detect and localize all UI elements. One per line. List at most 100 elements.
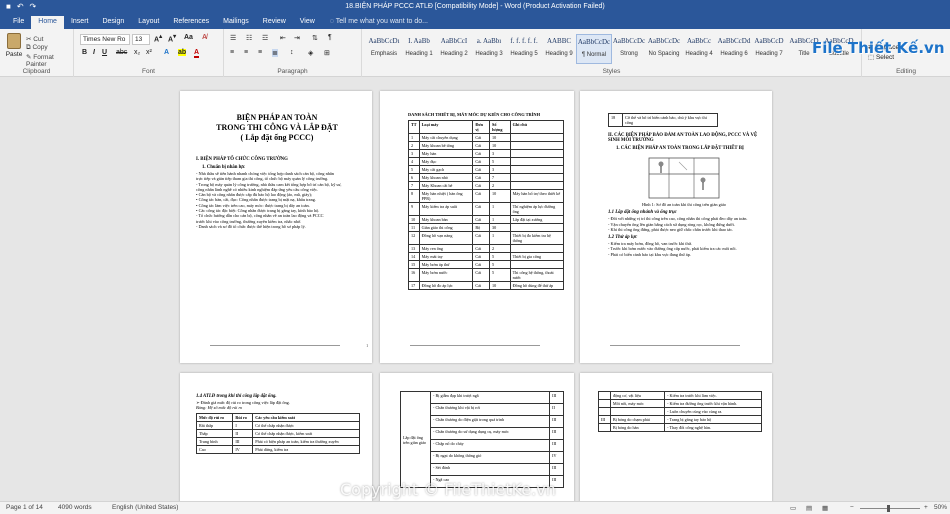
style-name: Heading 5 [510,51,538,57]
underline-button[interactable]: U [102,49,107,56]
table-cell: Cái [472,149,491,158]
table-cell: - Kiểm tra đường ống trước khi vận hành. [664,399,762,408]
zoom-in-icon[interactable]: + [924,504,928,511]
table-cell: 7 [489,173,511,182]
superscript-button[interactable]: x² [146,49,152,56]
style-strong[interactable]: AaBbCcDc Strong [611,34,647,64]
style-normal[interactable]: AaBbCcDc ¶ Normal [576,34,612,64]
tab-file[interactable]: File [6,16,31,29]
table-cell: - Chấn thương do sử dụng dụng cụ, máy mó… [429,427,551,440]
style-heading-7[interactable]: AaBbCcD Heading 7 [751,34,787,64]
table-cell: - Sét đánh [429,463,551,476]
table-cell: Cái [472,141,491,150]
table-header-cell: Mức độ rủi ro [195,412,234,422]
align-center-icon[interactable]: ≡ [244,49,248,56]
style-name: Heading 6 [720,51,748,57]
table-cell: 3 [408,149,420,158]
zoom-level[interactable]: 50% [934,504,947,511]
table-cell: Bộ [472,223,491,232]
shading-icon[interactable]: ◈ [308,49,313,57]
table-cell: I [232,420,254,430]
zoom-slider-thumb[interactable] [887,505,890,512]
cut-button[interactable]: ✂ Cut [26,35,43,43]
read-mode-icon[interactable]: ▭ [790,504,796,512]
font-name-select[interactable]: Times New Ro [80,34,130,45]
style-heading-9[interactable]: AABBC Heading 9 [541,34,577,64]
style-preview: AaBbCcDı [368,37,400,45]
document-page-6[interactable]: động cơ, vật liệu - Kiểm tra trước khi là… [580,373,772,501]
style-preview: AaBbCcDc [647,37,681,45]
print-layout-icon[interactable]: ▤ [806,504,812,512]
table-cell: 18 [608,113,623,127]
increase-indent-icon[interactable]: ⇥ [294,34,300,42]
sort-icon[interactable]: ⇅ [312,34,318,42]
pilcrow-icon[interactable]: ¶ [328,34,332,41]
tab-mailings[interactable]: Mailings [216,16,256,29]
table-cell: Thi công hệ thống, thoát nước [509,268,565,282]
paste-button[interactable]: Paste [4,33,24,61]
style-heading-6[interactable]: AaBbCcDd Heading 6 [716,34,752,64]
document-page-3[interactable]: 18 Cờ thể và bố trí biển cảnh báo, chú ý… [580,91,772,363]
bold-button[interactable]: B [82,49,87,56]
zoom-out-icon[interactable]: − [850,504,854,511]
justify-icon[interactable]: ≣ [272,49,278,57]
font-color-icon[interactable]: A [194,49,200,58]
decrease-indent-icon[interactable]: ⇤ [280,34,286,42]
document-page-2[interactable]: DANH SÁCH THIẾT BỊ, MÁY MÓC DỰ KIẾN CHO … [380,91,574,363]
style-heading-3[interactable]: a. AaBbı Heading 3 [471,34,507,64]
format-painter-button[interactable]: ✎ Format Painter [26,53,73,68]
document-workspace[interactable]: BIỆN PHÁP AN TOÀN TRONG THI CÔNG VÀ LẮP … [0,77,950,501]
strikethrough-button[interactable]: abc [116,49,127,56]
tab-review[interactable]: Review [256,16,293,29]
change-case-button[interactable]: Aa [184,34,193,41]
style-no-spacing[interactable]: AaBbCcDc No Spacing [646,34,682,64]
highlight-icon[interactable]: ab [178,49,187,56]
table-cell: 30 [489,223,511,232]
align-left-icon[interactable]: ≡ [230,49,234,56]
styles-label: Styles [602,68,621,75]
table-cell: - Kiểm tra trước khi làm việc. [664,391,762,400]
style-name: No Spacing [648,51,680,57]
borders-icon[interactable]: ⊞ [324,49,330,57]
style-heading-5[interactable]: f. f. f. f. f. Heading 5 [506,34,542,64]
shrink-font-button[interactable]: A▾ [168,34,176,43]
word-count[interactable]: 4090 words [58,504,92,511]
font-size-select[interactable]: 13 [132,34,150,45]
style-emphasis[interactable]: AaBbCcDı Emphasis [366,34,402,64]
multilevel-list-icon[interactable]: ☲ [262,34,268,42]
proofing-language[interactable]: English (United States) [112,504,178,511]
style-preview: f. f. f. f. f. [510,37,538,45]
style-heading-2[interactable]: AaBbCcI Heading 2 [436,34,472,64]
footer-rule [610,345,740,346]
clear-format-icon[interactable]: A̸ [202,34,207,41]
table-row: Bị bỏng do hàn - Thay đổi công nghệ hàn. [598,423,762,432]
grow-font-button[interactable]: A▴ [154,34,162,43]
subscript-button[interactable]: x₂ [134,49,140,56]
zoom-slider[interactable] [860,508,920,509]
tab-design[interactable]: Design [95,16,131,29]
align-right-icon[interactable]: ≡ [258,49,262,56]
numbering-icon[interactable]: ☷ [246,34,252,42]
table-cell: 15 [408,260,420,269]
tab-references[interactable]: References [166,16,216,29]
tab-view[interactable]: View [293,16,322,29]
table-cell: Cái [472,231,491,245]
bullets-icon[interactable]: ☰ [230,34,236,42]
document-page-1[interactable]: BIỆN PHÁP AN TOÀN TRONG THI CÔNG VÀ LẮP … [180,91,372,363]
style-heading-4[interactable]: AaBbCc Heading 4 [681,34,717,64]
table-cell: Máy kiểm tra áp suất [418,202,474,216]
table-cell: - Chấn thương do điện giật trong quá trì… [429,415,551,428]
tab-insert[interactable]: Insert [64,16,96,29]
page-count[interactable]: Page 1 of 14 [6,504,43,511]
table-cell: Máy khoan bê tông [418,141,474,150]
web-layout-icon[interactable]: ▦ [822,504,828,512]
tell-me-box[interactable]: ◌ Tell me what you want to do... [322,16,436,29]
copy-button[interactable]: ⧉ Copy [26,44,48,52]
line-spacing-icon[interactable]: ↕ [290,49,294,56]
style-heading-1[interactable]: I. AaBb Heading 1 [401,34,437,64]
text-effects-icon[interactable]: A [164,49,169,56]
style-name: ¶ Normal [581,52,607,58]
tab-layout[interactable]: Layout [131,16,166,29]
tab-home[interactable]: Home [31,16,64,29]
italic-button[interactable]: I [93,49,95,56]
